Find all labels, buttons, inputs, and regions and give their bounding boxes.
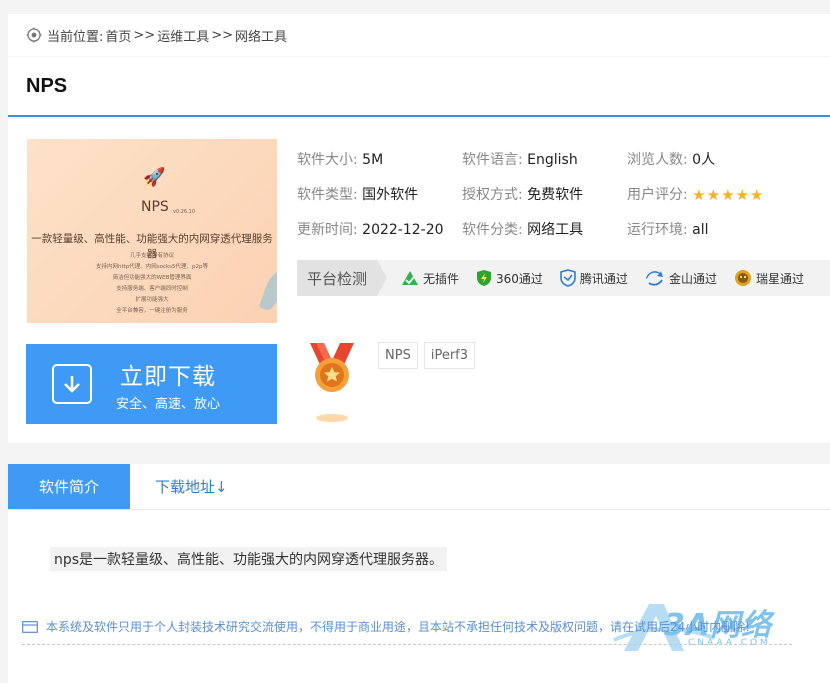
check-kingsoft: 金山通过: [645, 269, 717, 287]
views-label: 浏览人数:: [627, 152, 688, 168]
license-value: 免费软件: [527, 187, 584, 203]
star-icon: ★: [749, 185, 764, 204]
star-icon: ★: [721, 185, 735, 204]
rising-lion-icon: [734, 270, 751, 286]
rating-label: 用户评分:: [627, 187, 688, 203]
platform-check-label: 平台检测: [297, 260, 387, 296]
thumbnail-name: NPS: [141, 199, 169, 215]
type-value: 国外软件: [362, 187, 419, 203]
breadcrumb-prefix: 当前位置:: [47, 29, 104, 45]
check-label: 金山通过: [668, 271, 717, 286]
tab-intro[interactable]: 软件简介: [8, 464, 130, 509]
thumbnail-line: 几乎支持所有协议: [129, 253, 174, 259]
content-tabs: 软件简介 下载地址↓: [8, 464, 830, 510]
watermark-subtext: CNAAA.COM: [688, 638, 771, 648]
download-arrow-icon: [52, 364, 92, 404]
check-label: 360通过: [496, 271, 543, 286]
disclaimer: 本系统及软件只用于个人封装技术研究交流使用，不得用于商业用途，且本站不承担任何技…: [22, 618, 750, 635]
tag-item[interactable]: NPS: [378, 342, 418, 369]
check-360: 360通过: [476, 269, 543, 287]
download-button-label: 立即下载: [120, 363, 216, 390]
medal-icon: [310, 343, 354, 422]
kingsoft-icon: [645, 271, 663, 286]
check-rising: 瑞星通过: [734, 269, 804, 287]
tag-list: NPS iPerf3: [378, 342, 476, 369]
page-title: NPS: [26, 74, 68, 97]
breadcrumb-separator: >>: [133, 27, 156, 43]
language-value: English: [527, 152, 578, 168]
category-value: 网络工具: [527, 222, 584, 238]
check-no-plugin: 无插件: [401, 270, 459, 287]
views-value: 0人: [692, 152, 716, 168]
thumbnail-line: 扩展功能强大: [135, 297, 169, 303]
check-label: 无插件: [423, 271, 460, 286]
tencent-shield-icon: [560, 269, 576, 287]
thumbnail-line: 简洁但功能强大的WEB管理界面: [112, 275, 192, 281]
update-label: 更新时间:: [297, 222, 358, 238]
thumbnail-line: 支持内网http代理、内网socks5代理、p2p等: [95, 264, 209, 270]
thumbnail-line: 支持服务端、客户端同时控制: [116, 286, 188, 292]
category-label: 软件分类:: [462, 222, 523, 238]
check-tencent: 腾讯通过: [560, 269, 628, 287]
intro-content: nps是一款轻量级、高性能、功能强大的内网穿透代理服务器。 3A网络 CNAAA…: [8, 510, 830, 683]
title-bar: NPS: [8, 57, 830, 117]
star-icon: ★: [706, 185, 721, 204]
environment-label: 运行环境:: [627, 222, 688, 238]
tag-item[interactable]: iPerf3: [423, 342, 476, 369]
download-button[interactable]: 立即下载 安全、高速、放心: [26, 344, 277, 424]
intro-text: nps是一款轻量级、高性能、功能强大的内网穿透代理服务器。: [50, 547, 448, 571]
license-label: 授权方式:: [462, 187, 523, 203]
check-label: 瑞星通过: [755, 271, 804, 286]
star-icon: ★: [692, 185, 706, 204]
thumbnail-lines: 几乎支持所有协议 支持内网http代理、内网socks5代理、p2p等 简洁但功…: [27, 251, 277, 317]
breadcrumb-category-link[interactable]: 运维工具: [157, 26, 209, 45]
rocket-icon: 🚀: [143, 167, 166, 188]
download-button-sublabel: 安全、高速、放心: [116, 396, 221, 412]
tab-download[interactable]: 下载地址↓: [130, 464, 253, 509]
star-icon: ★: [735, 185, 749, 204]
environment-value: all: [692, 222, 709, 238]
no-plugin-icon: [402, 271, 418, 285]
breadcrumb: 当前位置: 首页 >> 运维工具 >> 网络工具: [8, 14, 830, 56]
rating-stars: ★ ★ ★ ★ ★: [692, 185, 764, 204]
notice-icon: [22, 620, 38, 633]
divider: [22, 644, 792, 645]
360-shield-icon: [477, 270, 492, 286]
location-icon: [26, 27, 42, 43]
update-value: 2022-12-20: [362, 222, 444, 238]
thumbnail-line: 全平台兼容，一键注册为服务: [116, 308, 188, 314]
type-label: 软件类型:: [297, 187, 358, 203]
software-panel: 🚀 NPS v0.26.10 一款轻量级、高性能、功能强大的内网穿透代理服务器 …: [8, 119, 830, 443]
breadcrumb-home-link[interactable]: 首页: [105, 26, 131, 45]
size-value: 5M: [362, 152, 384, 168]
breadcrumb-separator: >>: [211, 27, 234, 43]
platform-check-bar: 平台检测 无插件 360通过 腾讯通过 金山通过 瑞星通过: [297, 260, 830, 296]
software-thumbnail: 🚀 NPS v0.26.10 一款轻量级、高性能、功能强大的内网穿透代理服务器 …: [27, 139, 277, 323]
breadcrumb-subcategory-link[interactable]: 网络工具: [235, 26, 287, 45]
disclaimer-text: 本系统及软件只用于个人封装技术研究交流使用，不得用于商业用途，且本站不承担任何技…: [46, 620, 751, 634]
size-label: 软件大小:: [297, 152, 358, 168]
language-label: 软件语言:: [462, 152, 523, 168]
thumbnail-version: v0.26.10: [173, 209, 196, 215]
check-label: 腾讯通过: [579, 271, 628, 286]
